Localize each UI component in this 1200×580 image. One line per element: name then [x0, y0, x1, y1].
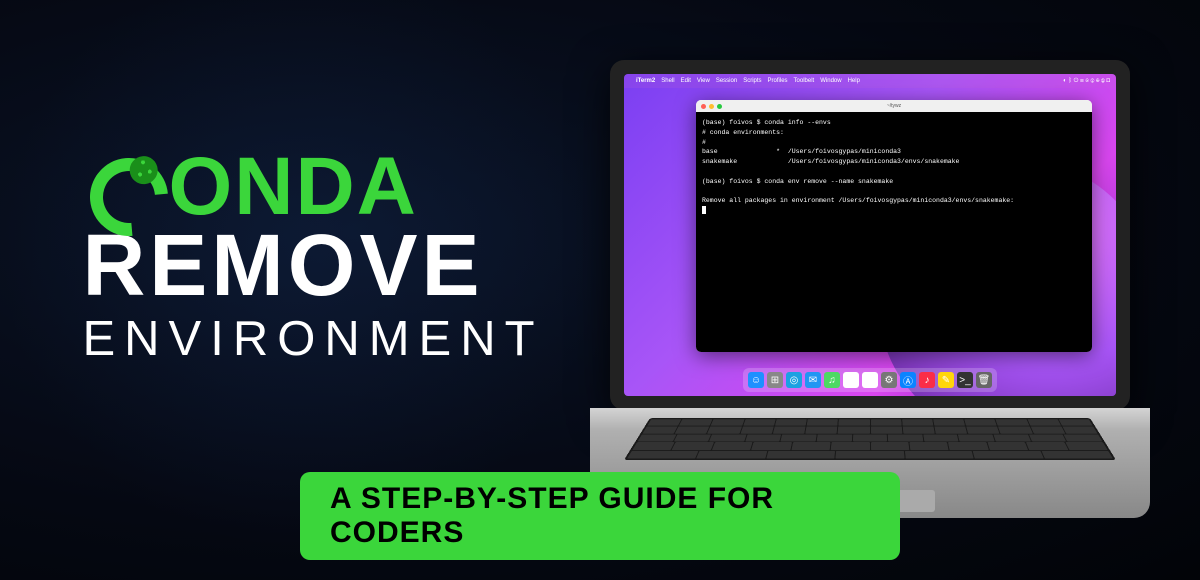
dock-launchpad-icon[interactable]: ⊞: [767, 372, 783, 388]
headline-block: ONDA REMOVE ENVIRONMENT: [90, 150, 544, 364]
dock-terminal-icon[interactable]: >_: [957, 372, 973, 388]
title-line2: REMOVE: [82, 222, 543, 309]
dock-photos-icon[interactable]: ✿: [843, 372, 859, 388]
menu-item[interactable]: Help: [848, 78, 860, 84]
terminal-title: ~/tywz: [887, 103, 901, 109]
close-icon[interactable]: [701, 104, 706, 109]
terminal-body[interactable]: (base) foivos $ conda info --envs # cond…: [696, 112, 1092, 352]
menu-item[interactable]: Edit: [681, 78, 691, 84]
menu-item[interactable]: View: [697, 78, 710, 84]
menu-item[interactable]: Profiles: [768, 78, 788, 84]
menu-item[interactable]: Session: [716, 78, 737, 84]
macos-dock[interactable]: ☺⊞◎✉♫✿▦⚙Ⓐ♪✎>_🗑: [743, 368, 997, 392]
dock-appstore-icon[interactable]: Ⓐ: [900, 372, 916, 388]
term-line: snakemake /Users/foivosgypas/miniconda3/…: [702, 158, 959, 165]
term-line: # conda environments:: [702, 129, 784, 136]
term-line: #: [702, 139, 706, 146]
laptop-screen-frame: iTerm2 Shell Edit View Session Scripts P…: [610, 60, 1130, 410]
term-line: (base) foivos $ conda env remove --name …: [702, 178, 893, 185]
dock-safari-icon[interactable]: ◎: [786, 372, 802, 388]
terminal-titlebar[interactable]: ~/tywz: [696, 100, 1092, 112]
dock-trash-icon[interactable]: 🗑: [976, 372, 992, 388]
title-line1: ONDA: [168, 150, 543, 224]
dock-settings-icon[interactable]: ⚙: [881, 372, 897, 388]
dock-messages-icon[interactable]: ♫: [824, 372, 840, 388]
dock-notes-icon[interactable]: ✎: [938, 372, 954, 388]
dock-mail-icon[interactable]: ✉: [805, 372, 821, 388]
cursor-icon: [702, 206, 706, 214]
minimize-icon[interactable]: [709, 104, 714, 109]
keyboard-keys: [624, 418, 1116, 460]
term-line: base * /Users/foivosgypas/miniconda3: [702, 148, 901, 155]
term-line: Remove all packages in environment /User…: [702, 197, 1014, 204]
menu-item[interactable]: Shell: [661, 78, 674, 84]
desktop-wallpaper: iTerm2 Shell Edit View Session Scripts P…: [624, 74, 1116, 396]
menubar-app-name[interactable]: iTerm2: [636, 78, 655, 84]
menu-item[interactable]: Scripts: [743, 78, 761, 84]
title-text: ONDA REMOVE ENVIRONMENT: [168, 150, 543, 364]
menubar-status-icons[interactable]: ◐ ᛒ ⏻ ☰ ◉ ⓘ ⊕ Ⓐ ⧉: [1063, 78, 1110, 85]
title-line3: ENVIRONMENT: [82, 315, 543, 364]
menu-item[interactable]: Window: [820, 78, 841, 84]
subtitle-badge: A STEP-BY-STEP GUIDE FOR CODERS: [300, 472, 900, 560]
macos-menubar[interactable]: iTerm2 Shell Edit View Session Scripts P…: [624, 74, 1116, 88]
dock-music-icon[interactable]: ♪: [919, 372, 935, 388]
laptop-mockup: iTerm2 Shell Edit View Session Scripts P…: [590, 60, 1150, 530]
dock-finder-icon[interactable]: ☺: [748, 372, 764, 388]
term-line: (base) foivos $ conda info --envs: [702, 119, 831, 126]
terminal-window[interactable]: ~/tywz (base) foivos $ conda info --envs…: [696, 100, 1092, 352]
dock-calendar-icon[interactable]: ▦: [862, 372, 878, 388]
menu-item[interactable]: Toolbelt: [794, 78, 815, 84]
maximize-icon[interactable]: [717, 104, 722, 109]
